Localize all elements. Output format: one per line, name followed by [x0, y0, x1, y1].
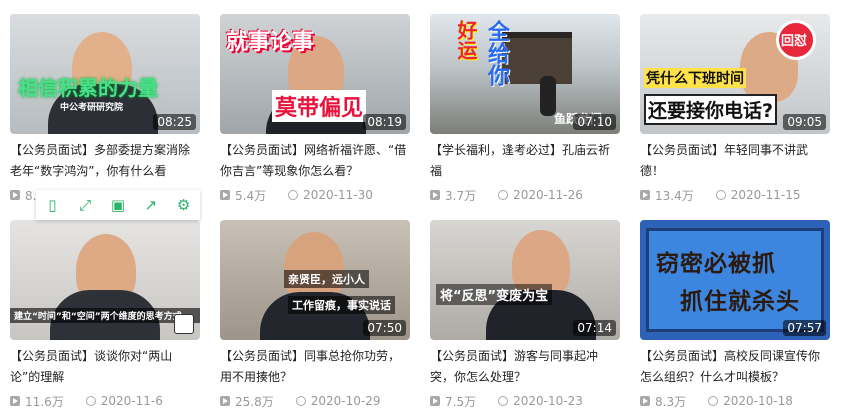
thumbnail-overlay-text: 全给你 — [484, 20, 509, 86]
floating-toolbar: ▯ ⤢ ▣ ↗ ⚙ — [36, 190, 200, 220]
thumbnail-overlay-text: 将“反思”变废为宝 — [436, 284, 553, 305]
video-card[interactable]: 回怼 凭什么下班时间 还要接你电话? 09:05 【公务员面试】年轻同事不讲武德… — [640, 14, 830, 204]
settings-icon[interactable]: ⚙ — [174, 196, 194, 214]
video-title[interactable]: 【公务员面试】高校反同课宣传你怎么组织？什么才叫模板？ — [640, 346, 830, 388]
thumbnail-overlay-text: 窃密必被抓 — [656, 251, 776, 277]
video-card[interactable]: 就事论事 莫带偏见 08:19 【公务员面试】网络祈福许愿、“借你吉言”等现象你… — [220, 14, 410, 204]
view-count: 3.7万 — [445, 188, 477, 203]
video-meta: 11.6万 2020-11-6 — [10, 392, 200, 410]
video-thumbnail[interactable]: 窃密必被抓 抓住就杀头 07:57 — [640, 220, 830, 340]
video-card[interactable]: 相信积累的力量 中公考研研究院 08:25 【公务员面试】多部委提方案消除老年“… — [10, 14, 200, 204]
video-title[interactable]: 【公务员面试】网络祈福许愿、“借你吉言”等现象你怎么看？ — [220, 140, 410, 182]
clock-icon — [708, 396, 719, 406]
video-thumbnail[interactable]: 建立“时间”和“空间”两个维度的思考方式 — [10, 220, 200, 340]
video-thumbnail[interactable]: 亲贤臣，远小人 工作留痕，事实说话 07:50 — [220, 220, 410, 340]
duration-badge: 08:25 — [153, 114, 196, 130]
expand-icon[interactable]: ⤢ — [75, 196, 95, 214]
thumbnail-overlay-subtext: 工作留痕，事实说话 — [288, 296, 395, 314]
cursor-icon — [174, 314, 194, 334]
view-count: 8.3万 — [655, 394, 687, 409]
video-meta: 8.3万 2020-10-18 — [640, 392, 830, 410]
thumbnail-overlay-subtext: 抓住就杀头 — [680, 289, 800, 315]
play-count-icon — [220, 396, 230, 406]
play-count-icon — [10, 396, 20, 406]
video-meta: 3.7万 2020-11-26 — [430, 186, 620, 204]
clock-icon — [85, 396, 96, 406]
duration-badge: 07:50 — [363, 320, 406, 336]
thumbnail-overlay-text: 就事论事 — [226, 30, 315, 55]
video-card[interactable]: 亲贤臣，远小人 工作留痕，事实说话 07:50 【公务员面试】同事总抢你功劳，用… — [220, 220, 410, 410]
duration-badge: 09:05 — [783, 114, 826, 130]
clock-icon — [288, 190, 299, 200]
video-card[interactable]: 将“反思”变废为宝 07:14 【公务员面试】游客与同事起冲突，你怎么处理？ 7… — [430, 220, 620, 410]
clock-icon — [715, 190, 726, 200]
video-card[interactable]: 建立“时间”和“空间”两个维度的思考方式 【公务员面试】谈谈你对“两山论”的理解… — [10, 220, 200, 410]
gate-building — [502, 32, 572, 84]
video-meta: 5.4万 2020-11-30 — [220, 186, 410, 204]
play-count-icon — [10, 190, 20, 200]
video-thumbnail[interactable]: 相信积累的力量 中公考研研究院 08:25 — [10, 14, 200, 134]
phone-icon[interactable]: ▯ — [42, 196, 62, 214]
thumbnail-overlay-subtext: 还要接你电话? — [644, 94, 778, 125]
video-meta: 13.4万 2020-11-15 — [640, 186, 830, 204]
duration-badge: 07:10 — [573, 114, 616, 130]
view-count: 11.6万 — [25, 394, 64, 409]
video-title[interactable]: 【学长福利，逢考必过】孔庙云祈福 — [430, 140, 620, 182]
play-count-icon — [640, 190, 650, 200]
thumbnail-overlay-subtext: 好运 — [454, 20, 478, 60]
video-title[interactable]: 【公务员面试】同事总抢你功劳，用不用揍他？ — [220, 346, 410, 388]
video-thumbnail[interactable]: 将“反思”变废为宝 07:14 — [430, 220, 620, 340]
clock-icon — [498, 396, 509, 406]
thumbnail-overlay-subtext: 中公考研研究院 — [60, 103, 124, 113]
video-thumbnail[interactable]: 回怼 凭什么下班时间 还要接你电话? 09:05 — [640, 14, 830, 134]
play-count-icon — [430, 396, 440, 406]
duration-badge: 07:14 — [573, 320, 616, 336]
video-card[interactable]: 全给你 好运 鱼跃龙门 07:10 【学长福利，逢考必过】孔庙云祈福 3.7万 2… — [430, 14, 620, 204]
duration-badge: 07:57 — [783, 320, 826, 336]
video-title[interactable]: 【公务员面试】游客与同事起冲突，你怎么处理？ — [430, 346, 620, 388]
view-count: 13.4万 — [655, 188, 694, 203]
upload-date: 2020-11-30 — [303, 188, 373, 202]
clock-icon — [295, 396, 306, 406]
upload-date: 2020-10-23 — [513, 394, 583, 408]
save-icon[interactable]: ▣ — [108, 196, 128, 214]
upload-date: 2020-11-6 — [100, 394, 163, 408]
clock-icon — [498, 190, 509, 200]
video-meta: 7.5万 2020-10-23 — [430, 392, 620, 410]
video-title[interactable]: 【公务员面试】谈谈你对“两山论”的理解 — [10, 346, 200, 388]
duration-badge: 08:19 — [363, 114, 406, 130]
video-card[interactable]: 窃密必被抓 抓住就杀头 07:57 【公务员面试】高校反同课宣传你怎么组织？什么… — [640, 220, 830, 410]
upload-date: 2020-10-29 — [310, 394, 381, 408]
upload-date: 2020-11-26 — [513, 188, 583, 202]
video-thumbnail[interactable]: 就事论事 莫带偏见 08:19 — [220, 14, 410, 134]
view-count: 7.5万 — [445, 394, 477, 409]
thumbnail-overlay-text: 亲贤臣，远小人 — [284, 270, 369, 288]
upload-date: 2020-10-18 — [723, 394, 793, 408]
thumbnail-overlay-subtext: 莫带偏见 — [272, 90, 367, 122]
thumbnail-overlay-text: 相信积累的力量 — [18, 76, 158, 100]
play-count-icon — [640, 396, 650, 406]
video-meta: 25.8万 2020-10-29 — [220, 392, 410, 410]
video-title[interactable]: 【公务员面试】多部委提方案消除老年“数字鸿沟”，你有什么看 — [10, 140, 200, 182]
play-count-icon — [220, 190, 230, 200]
thumbnail-overlay-text: 凭什么下班时间 — [644, 68, 746, 88]
view-count: 5.4万 — [235, 188, 267, 203]
video-title[interactable]: 【公务员面试】年轻同事不讲武德！ — [640, 140, 830, 182]
upload-date: 2020-11-15 — [730, 188, 801, 202]
share-icon[interactable]: ↗ — [141, 196, 161, 214]
thumbnail-overlay-badge-text: 回怼 — [781, 34, 808, 49]
thumbnail-overlay-text: 建立“时间”和“空间”两个维度的思考方式 — [10, 308, 200, 323]
view-count: 25.8万 — [235, 394, 274, 409]
video-thumbnail[interactable]: 全给你 好运 鱼跃龙门 07:10 — [430, 14, 620, 134]
play-count-icon — [430, 190, 440, 200]
